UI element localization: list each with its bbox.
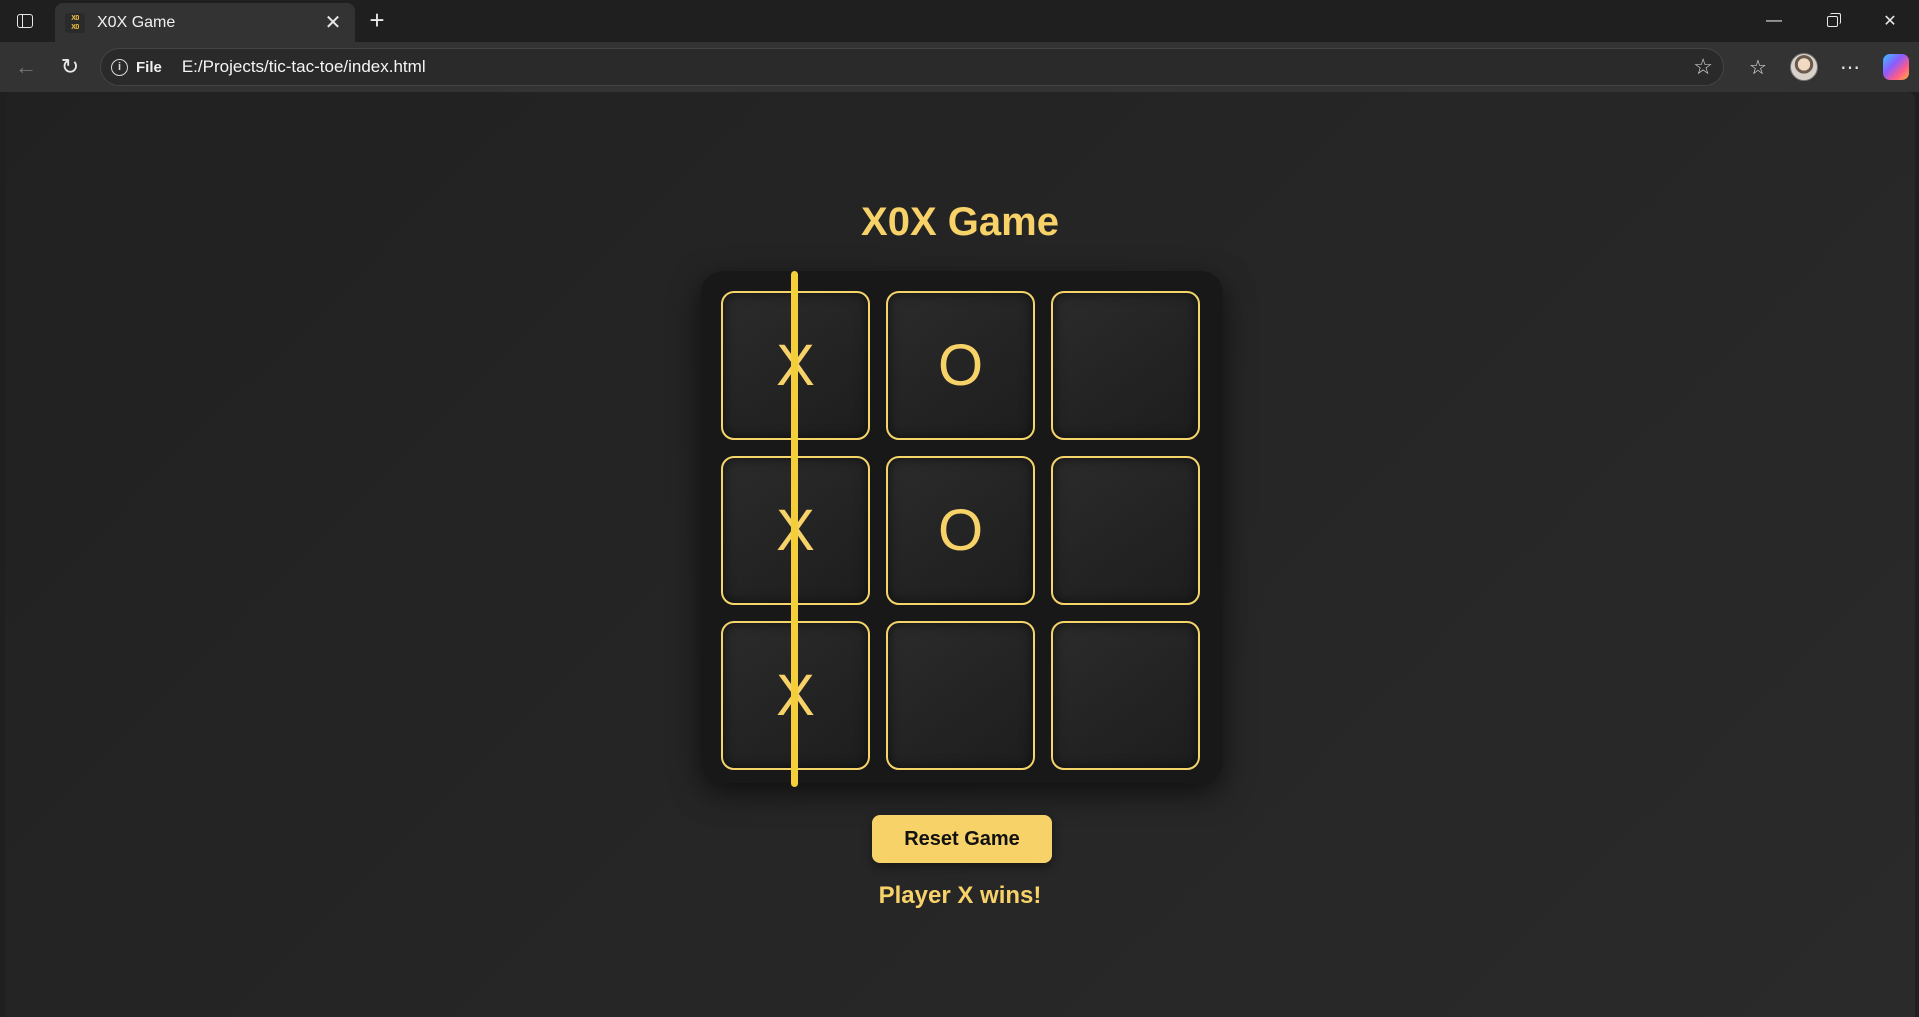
sidebar-toggle-button[interactable] — [0, 0, 50, 42]
browser-titlebar: X0 X0 X0X Game ✕ + — ✕ — [0, 0, 1919, 42]
winning-line — [791, 271, 798, 787]
copilot-button[interactable] — [1873, 48, 1919, 86]
board-cell[interactable]: O — [886, 291, 1035, 440]
reset-game-button[interactable]: Reset Game — [872, 815, 1052, 863]
copilot-icon — [1883, 54, 1909, 80]
favicon-icon: X0 X0 — [65, 12, 85, 33]
favorite-star-icon[interactable]: ☆ — [1693, 54, 1713, 80]
game-board: X O X O X — [701, 271, 1223, 787]
sidebar-icon — [17, 14, 33, 28]
toolbar-right: ☆ ⋯ — [1735, 48, 1919, 86]
url-text[interactable]: E:/Projects/tic-tac-toe/index.html — [182, 57, 1693, 77]
more-menu-icon[interactable]: ⋯ — [1827, 48, 1873, 86]
avatar — [1790, 53, 1818, 81]
close-window-button[interactable]: ✕ — [1861, 0, 1919, 42]
scheme-label: File — [136, 58, 162, 76]
page-title: X0X Game — [861, 200, 1059, 244]
back-button[interactable]: ← — [4, 49, 48, 85]
new-tab-button[interactable]: + — [363, 7, 391, 35]
page-viewport: X0X Game X O X O X Reset Game Player X w… — [5, 92, 1915, 1017]
board-cell[interactable] — [1051, 621, 1200, 770]
game-status: Player X wins! — [878, 882, 1042, 909]
favorites-icon[interactable]: ☆ — [1735, 48, 1781, 86]
address-bar[interactable]: i File E:/Projects/tic-tac-toe/index.htm… — [100, 48, 1724, 86]
close-tab-icon[interactable]: ✕ — [321, 10, 345, 35]
board-cell[interactable] — [886, 621, 1035, 770]
restore-icon — [1826, 12, 1841, 27]
minimize-button[interactable]: — — [1745, 0, 1803, 42]
profile-button[interactable] — [1781, 48, 1827, 86]
board-cell[interactable] — [1051, 456, 1200, 605]
info-icon[interactable]: i — [111, 58, 128, 76]
browser-tab[interactable]: X0 X0 X0X Game ✕ — [55, 3, 355, 42]
board-cell[interactable] — [1051, 291, 1200, 440]
browser-toolbar: ← ↻ i File E:/Projects/tic-tac-toe/index… — [0, 42, 1919, 92]
refresh-button[interactable]: ↻ — [48, 49, 92, 85]
board-cell[interactable]: O — [886, 456, 1035, 605]
window-controls: — ✕ — [1745, 0, 1919, 42]
restore-button[interactable] — [1803, 0, 1861, 42]
tab-title: X0X Game — [97, 13, 176, 31]
